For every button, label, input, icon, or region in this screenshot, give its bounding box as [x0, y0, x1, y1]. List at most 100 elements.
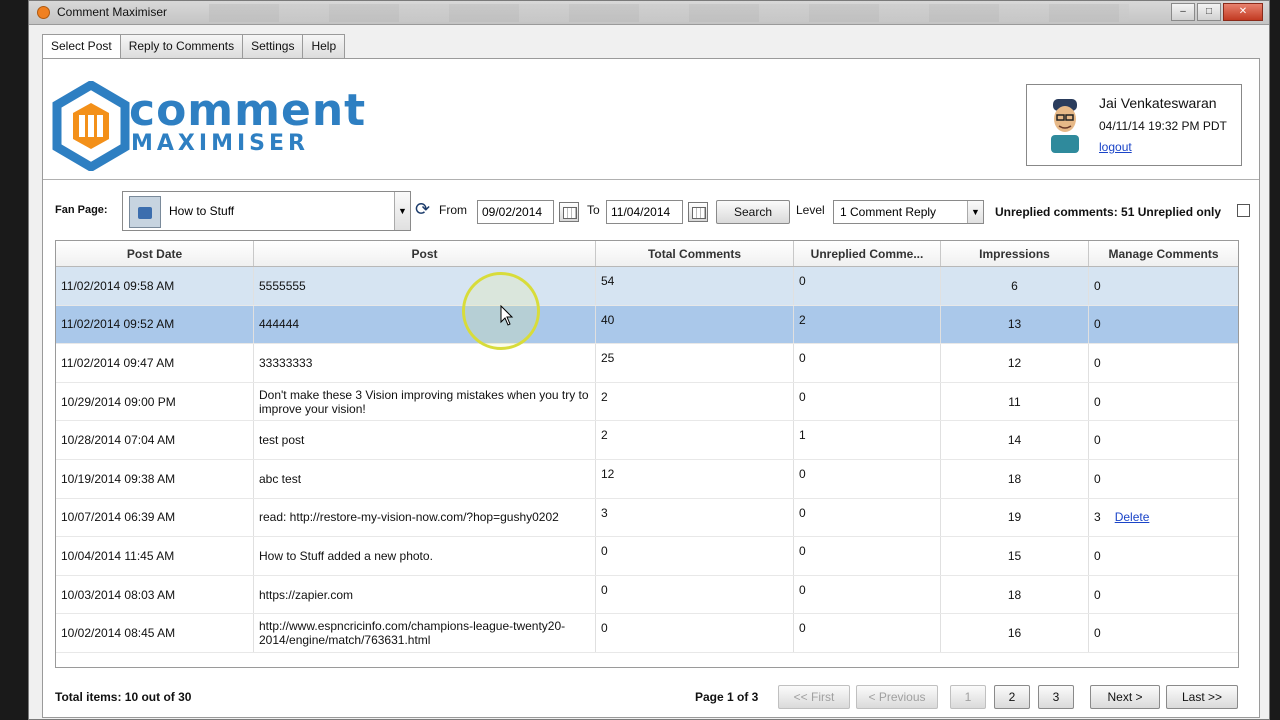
table-row[interactable]: 10/19/2014 09:38 AM abc test 12 0 18 0 — [56, 459, 1238, 499]
impressions-cell: 11 — [941, 382, 1089, 421]
unreplied-comments-cell: 0 — [794, 614, 941, 652]
table-row[interactable]: 10/02/2014 08:45 AM http://www.espncricin… — [56, 614, 1238, 653]
manage-comments-cell: 0 — [1089, 344, 1238, 382]
post-text-cell: 5555555 — [254, 267, 596, 305]
logo-hexagon-icon — [52, 81, 130, 171]
col-manage-comments[interactable]: Manage Comments — [1089, 241, 1238, 266]
level-dropdown-arrow-icon[interactable]: ▼ — [967, 201, 983, 223]
unreplied-comments-cell: 2 — [794, 305, 941, 344]
fan-page-select[interactable]: How to Stuff ▼ — [122, 191, 411, 231]
fan-page-value: How to Stuff — [169, 204, 235, 218]
fan-page-thumbnail — [129, 196, 161, 228]
dropdown-arrow-icon[interactable]: ▼ — [394, 192, 410, 230]
manage-comments-cell: 0 — [1089, 460, 1238, 498]
manage-comments-cell: 0 — [1089, 267, 1238, 305]
page-info: Page 1 of 3 — [695, 690, 759, 704]
manage-comments-cell: 0 — [1089, 421, 1238, 459]
manage-comments-cell: 0 — [1089, 383, 1238, 421]
table-row[interactable]: 10/29/2014 09:00 PM Don't make these 3 Vi… — [56, 382, 1238, 422]
maximize-icon[interactable]: □ — [1197, 3, 1221, 21]
close-icon[interactable]: ✕ — [1223, 3, 1263, 21]
col-unreplied-comments[interactable]: Unreplied Comme... — [794, 241, 941, 266]
page-1-button[interactable]: 1 — [950, 685, 986, 709]
manage-count: 0 — [1094, 394, 1101, 409]
title-bar: Comment Maximiser – □ ✕ — [29, 1, 1269, 25]
manage-count: 0 — [1094, 626, 1101, 641]
to-calendar-icon[interactable] — [688, 202, 708, 222]
next-page-button[interactable]: Next > — [1090, 685, 1160, 709]
first-page-button[interactable]: << First — [778, 685, 850, 709]
posts-table: Post Date Post Total Comments Unreplied … — [55, 240, 1239, 668]
avatar — [1051, 99, 1079, 153]
col-post-date[interactable]: Post Date — [56, 241, 254, 266]
delete-link[interactable]: Delete — [1115, 510, 1150, 524]
level-select[interactable]: 1 Comment Reply ▼ — [833, 200, 984, 224]
from-date-field[interactable]: 09/02/2014 — [477, 200, 554, 224]
logout-link[interactable]: logout — [1099, 140, 1132, 154]
unreplied-comments-cell: 1 — [794, 421, 941, 459]
table-row[interactable]: 11/02/2014 09:58 AM 5555555 54 0 6 0 — [56, 267, 1238, 306]
refresh-icon[interactable]: ⟳ — [415, 199, 435, 219]
app-icon — [37, 6, 50, 19]
last-page-button[interactable]: Last >> — [1166, 685, 1238, 709]
manage-count: 0 — [1094, 433, 1101, 448]
manage-comments-cell: 0 — [1089, 576, 1238, 614]
manage-count: 0 — [1094, 587, 1101, 602]
impressions-cell: 6 — [941, 267, 1089, 305]
unreplied-comments-text: Unreplied comments: 51 Unreplied only — [995, 205, 1222, 219]
total-items-label: Total items: 10 out of 30 — [55, 690, 192, 704]
page-3-button[interactable]: 3 — [1038, 685, 1074, 709]
table-row[interactable]: 10/07/2014 06:39 AM read: http://restore-… — [56, 498, 1238, 538]
tab-help[interactable]: Help — [302, 34, 346, 58]
manage-comments-cell: 0 — [1089, 306, 1238, 344]
manage-count: 0 — [1094, 471, 1101, 486]
table-header: Post Date Post Total Comments Unreplied … — [56, 241, 1238, 267]
post-text-cell: 444444 — [254, 305, 596, 344]
manage-comments-cell: 0 — [1089, 537, 1238, 575]
fan-page-label: Fan Page: — [55, 204, 108, 216]
col-impressions[interactable]: Impressions — [941, 241, 1089, 266]
from-calendar-icon[interactable] — [559, 202, 579, 222]
app-window: Comment Maximiser – □ ✕ Select Post Repl… — [28, 0, 1270, 720]
select-post-panel: comment MAXIMISER Jai Venkateswaran 04/1… — [42, 58, 1260, 718]
col-total-comments[interactable]: Total Comments — [596, 241, 794, 266]
tab-reply-to-comments[interactable]: Reply to Comments — [119, 34, 244, 58]
unreplied-comments-cell: 0 — [794, 459, 941, 498]
col-post[interactable]: Post — [254, 241, 596, 266]
table-row[interactable]: 11/02/2014 09:52 AM 444444 40 2 13 0 — [56, 305, 1238, 345]
unreplied-only-checkbox[interactable] — [1237, 204, 1250, 217]
table-row[interactable]: 10/04/2014 11:45 AM How to Stuff added a … — [56, 537, 1238, 576]
previous-page-button[interactable]: < Previous — [856, 685, 938, 709]
impressions-cell: 18 — [941, 575, 1089, 614]
minimize-icon[interactable]: – — [1171, 3, 1195, 21]
window-title: Comment Maximiser — [57, 5, 168, 19]
table-body: 11/02/2014 09:58 AM 5555555 54 0 6 0 11/02/201… — [56, 267, 1238, 653]
total-comments-cell: 2 — [596, 421, 794, 459]
unreplied-comments-cell: 0 — [794, 575, 941, 614]
post-date-cell: 11/02/2014 09:52 AM — [56, 305, 254, 344]
tab-settings[interactable]: Settings — [242, 34, 304, 58]
impressions-cell: 14 — [941, 421, 1089, 459]
post-date-cell: 10/02/2014 08:45 AM — [56, 614, 254, 652]
manage-count: 0 — [1094, 548, 1101, 563]
page-2-button[interactable]: 2 — [994, 685, 1030, 709]
table-row[interactable]: 10/03/2014 08:03 AM https://zapier.com 0 0 1… — [56, 575, 1238, 615]
total-comments-cell: 0 — [596, 575, 794, 614]
user-datetime: 04/11/14 19:32 PM PDT — [1099, 119, 1227, 133]
mouse-cursor-icon — [500, 305, 514, 326]
table-row[interactable]: 10/28/2014 07:04 AM test post 2 1 14 0 — [56, 421, 1238, 460]
level-label: Level — [796, 203, 825, 217]
impressions-cell: 19 — [941, 498, 1089, 537]
unreplied-comments-cell: 0 — [794, 537, 941, 575]
post-date-cell: 11/02/2014 09:58 AM — [56, 267, 254, 305]
table-row[interactable]: 11/02/2014 09:47 AM 33333333 25 0 12 0 — [56, 344, 1238, 383]
post-date-cell: 10/19/2014 09:38 AM — [56, 459, 254, 498]
tab-select-post[interactable]: Select Post — [42, 34, 121, 59]
total-comments-cell: 40 — [596, 305, 794, 344]
total-comments-cell: 54 — [596, 267, 794, 305]
impressions-cell: 18 — [941, 459, 1089, 498]
post-date-cell: 10/04/2014 11:45 AM — [56, 537, 254, 575]
post-date-cell: 10/03/2014 08:03 AM — [56, 575, 254, 614]
search-button[interactable]: Search — [716, 200, 790, 224]
to-date-field[interactable]: 11/04/2014 — [606, 200, 683, 224]
